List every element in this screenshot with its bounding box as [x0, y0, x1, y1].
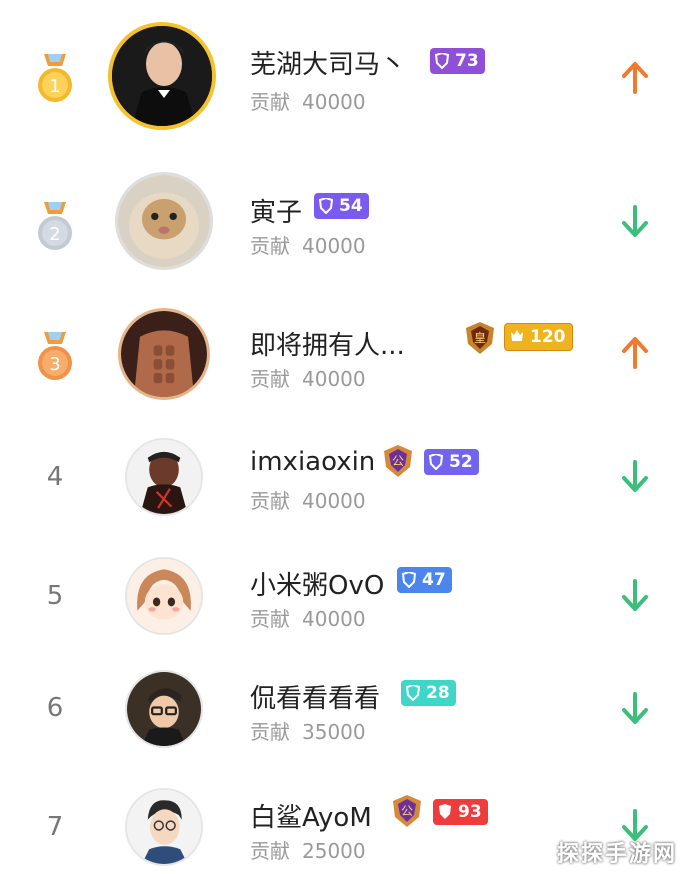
svg-text:皇: 皇	[474, 331, 486, 345]
contribution-value: 40000	[302, 367, 366, 391]
level-value: 54	[339, 196, 363, 216]
rank-number: 7	[46, 812, 64, 842]
medal-rank-text: 1	[49, 76, 60, 97]
trend-up-icon	[622, 62, 648, 94]
level-value: 52	[449, 452, 473, 472]
trend-up-icon	[622, 337, 648, 369]
avatar-image	[121, 311, 207, 397]
shield-icon	[434, 53, 450, 69]
contribution-label: 贡献	[250, 607, 290, 631]
contribution-text: 贡献 40000	[250, 603, 378, 632]
user-name[interactable]: imxiaoxin	[250, 447, 375, 477]
contribution-text: 贡献 40000	[250, 86, 378, 115]
level-value: 120	[530, 327, 566, 347]
leaderboard-row-3[interactable]: 3 即将拥有人... 皇 120 贡献 40000	[0, 295, 683, 415]
avatar-image	[127, 672, 201, 746]
shield-icon	[318, 198, 334, 214]
contribution-text: 贡献 40000	[250, 230, 378, 259]
svg-text:公: 公	[392, 454, 404, 468]
leaderboard-row-1[interactable]: 1 芜湖大司马丶 73 贡献 40000	[0, 0, 683, 140]
level-badge: 47	[397, 567, 452, 593]
watermark: 探探手游网	[556, 842, 677, 867]
contribution-text: 贡献 25000	[250, 835, 378, 864]
crown-shield-icon	[511, 330, 523, 341]
trend-down-icon	[622, 692, 648, 724]
contribution-value: 35000	[302, 720, 366, 744]
leaderboard-row-4[interactable]: 4 imxiaoxin 公 52 贡献 40000	[0, 425, 683, 535]
contribution-label: 贡献	[250, 367, 290, 391]
contribution-label: 贡献	[250, 489, 290, 513]
rank-number: 5	[46, 581, 64, 611]
contribution-value: 40000	[302, 489, 366, 513]
contribution-text: 贡献 40000	[250, 363, 378, 392]
avatar-image	[127, 790, 201, 864]
contribution-label: 贡献	[250, 90, 290, 114]
contribution-value: 40000	[302, 234, 366, 258]
avatar[interactable]	[125, 788, 203, 866]
level-badge: 93	[433, 799, 488, 825]
leaderboard-row-6[interactable]: 6 侃看看看看 28 贡献 35000	[0, 658, 683, 768]
shield-icon	[405, 685, 421, 701]
leaderboard-row-5[interactable]: 5 小米粥OvO 47 贡献 40000	[0, 545, 683, 655]
guild-crest-icon: 公	[393, 795, 421, 827]
contribution-text: 贡献 35000	[250, 716, 378, 745]
trend-down-icon	[622, 460, 648, 492]
avatar[interactable]	[115, 172, 213, 270]
gold-medal-icon: 1	[38, 54, 72, 102]
avatar-image	[127, 440, 201, 514]
level-badge: 52	[424, 449, 479, 475]
level-value: 28	[426, 683, 450, 703]
contribution-text: 贡献 40000	[250, 485, 378, 514]
trend-down-icon	[622, 205, 648, 237]
user-name[interactable]: 芜湖大司马丶	[250, 44, 406, 81]
svg-text:公: 公	[401, 804, 413, 818]
avatar[interactable]	[108, 22, 216, 130]
user-name[interactable]: 白鲨AyoM	[250, 797, 372, 834]
medal-rank-text: 2	[49, 224, 60, 245]
user-name[interactable]: 寅子	[250, 192, 302, 229]
contribution-label: 贡献	[250, 234, 290, 258]
user-name[interactable]: 侃看看看看	[250, 678, 380, 715]
shield-icon	[428, 454, 444, 470]
level-value: 73	[455, 51, 479, 71]
leaderboard-row-2[interactable]: 2 寅子 54 贡献 40000	[0, 160, 683, 280]
avatar-image	[127, 559, 201, 633]
silver-medal-icon: 2	[38, 202, 72, 250]
level-badge: 54	[314, 193, 369, 219]
user-name[interactable]: 小米粥OvO	[250, 565, 384, 602]
guild-crest-icon: 公	[384, 445, 412, 477]
level-value: 93	[458, 802, 482, 822]
avatar[interactable]	[125, 438, 203, 516]
shield-icon	[439, 804, 451, 819]
bronze-medal-icon: 3	[38, 332, 72, 380]
avatar[interactable]	[125, 670, 203, 748]
medal-rank-text: 3	[49, 354, 60, 375]
emperor-crest-icon: 皇	[466, 322, 494, 354]
contribution-value: 40000	[302, 90, 366, 114]
avatar[interactable]	[118, 308, 210, 400]
level-value: 47	[422, 570, 446, 590]
level-badge: 120	[504, 323, 573, 351]
contribution-label: 贡献	[250, 720, 290, 744]
user-name[interactable]: 即将拥有人...	[250, 325, 405, 362]
contribution-label: 贡献	[250, 839, 290, 863]
avatar[interactable]	[125, 557, 203, 635]
shield-icon	[401, 572, 417, 588]
rank-number: 4	[46, 462, 64, 492]
contribution-value: 40000	[302, 607, 366, 631]
level-badge: 28	[401, 680, 456, 706]
level-badge: 73	[430, 48, 485, 74]
rank-number: 6	[46, 693, 64, 723]
contribution-value: 25000	[302, 839, 366, 863]
avatar-image	[112, 26, 212, 126]
avatar-image	[118, 175, 210, 267]
trend-down-icon	[622, 579, 648, 611]
